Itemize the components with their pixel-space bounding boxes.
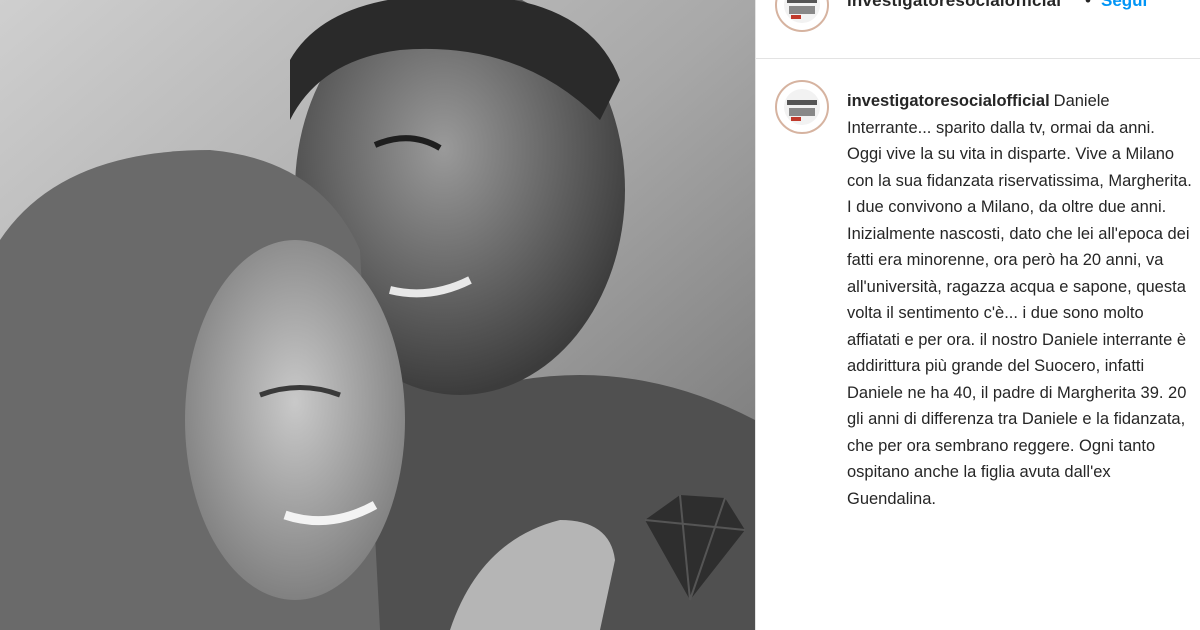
couple-photo [0, 0, 755, 630]
header-separator: • [1085, 0, 1091, 10]
post-header: investigatoresocialofficial • Segui [755, 0, 1200, 59]
post-photo[interactable] [0, 0, 755, 630]
header-username[interactable]: investigatoresocialofficial [847, 0, 1061, 11]
profile-avatar-icon[interactable] [775, 0, 829, 32]
post-side-panel: investigatoresocialofficial • Segui inve… [755, 0, 1200, 630]
post-caption: investigatoresocialofficial Daniele Inter… [847, 88, 1192, 512]
post-caption-area: investigatoresocialofficial Daniele Inter… [755, 58, 1200, 630]
follow-button[interactable]: Segui [1101, 0, 1147, 11]
caption-text: Daniele Interrante... sparito dalla tv, … [847, 92, 1192, 508]
caption-username[interactable]: investigatoresocialofficial [847, 92, 1050, 110]
caption-avatar-icon[interactable] [775, 80, 829, 134]
